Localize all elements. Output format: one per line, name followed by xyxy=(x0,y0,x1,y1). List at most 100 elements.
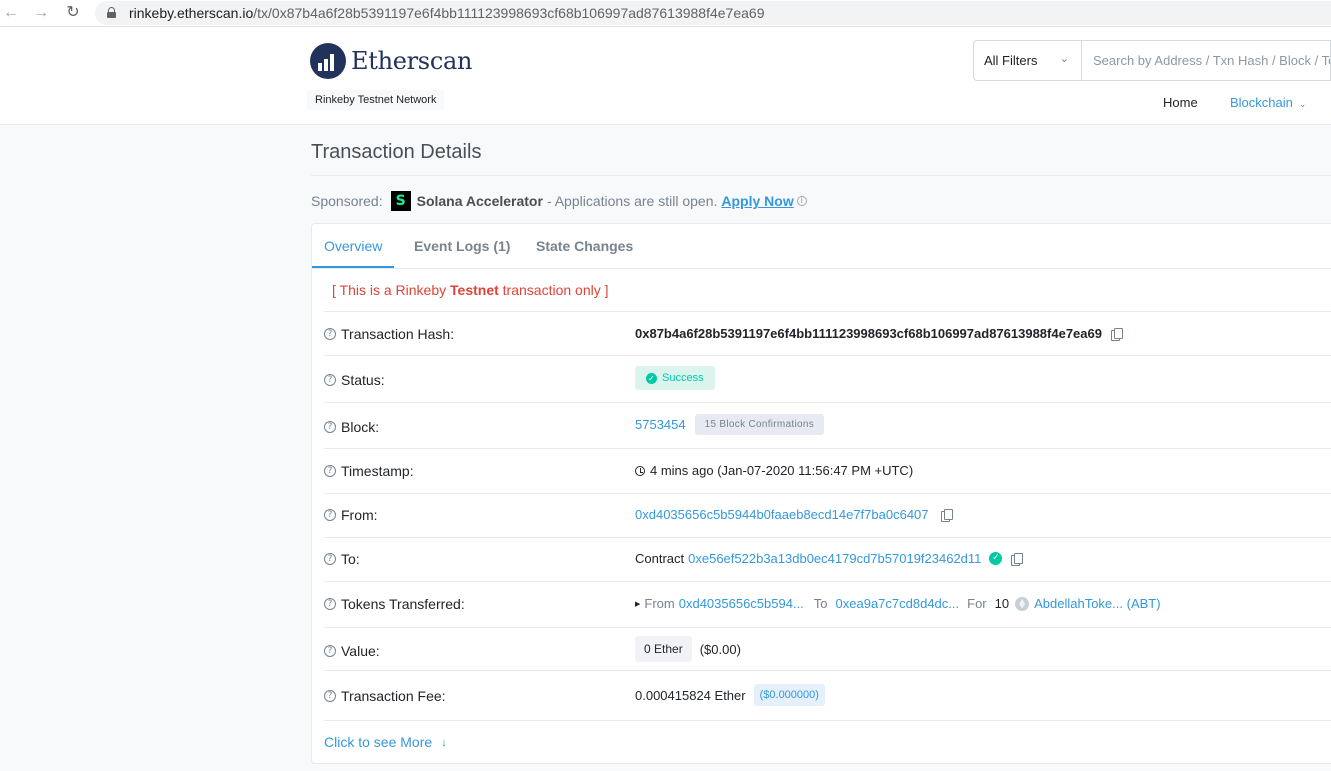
transaction-hash-value: 0x87b4a6f28b5391197e6f4bb111123998693cf6… xyxy=(635,326,1102,341)
address-bar[interactable]: rinkeby.etherscan.io/tx/0x87b4a6f28b5391… xyxy=(95,1,1331,25)
chevron-down-icon: ⌄ xyxy=(1059,53,1069,65)
row-label: ? Transaction Fee: xyxy=(324,688,446,704)
label-text: Status: xyxy=(341,372,385,388)
status-badge: ✓ Success xyxy=(635,366,715,390)
browser-toolbar: ← → ↻ rinkeby.etherscan.io/tx/0x87b4a6f2… xyxy=(0,0,1331,27)
sponsored-banner: Sponsored: S Solana Accelerator - Applic… xyxy=(311,191,807,211)
lock-icon xyxy=(107,7,116,18)
row-label: ? Status: xyxy=(324,372,385,388)
apply-now-link[interactable]: Apply Now xyxy=(721,193,793,209)
question-icon[interactable]: ? xyxy=(324,690,336,702)
logo-text: Etherscan xyxy=(351,47,473,75)
row-label: ? Value: xyxy=(324,643,380,659)
chevron-down-icon: ⌄ xyxy=(1298,99,1307,109)
url-text: rinkeby.etherscan.io/tx/0x87b4a6f28b5391… xyxy=(129,5,765,21)
question-icon[interactable]: ? xyxy=(324,553,336,565)
tab-overview[interactable]: Overview xyxy=(324,238,382,254)
back-arrow-icon[interactable]: ← xyxy=(2,4,20,22)
info-icon[interactable]: i xyxy=(796,196,807,206)
token-from-link[interactable]: 0xd4035656c5b594... xyxy=(679,596,804,611)
from-address-link[interactable]: 0xd4035656c5b5944b0faaeb8ecd14e7f7ba0c64… xyxy=(635,507,929,522)
reload-icon[interactable]: ↻ xyxy=(64,4,82,22)
sponsor-name: Solana Accelerator xyxy=(416,193,543,209)
tab-event-logs[interactable]: Event Logs (1) xyxy=(414,238,510,254)
label-text: Transaction Fee: xyxy=(341,688,446,704)
see-more-link[interactable]: Click to see More ↓ xyxy=(324,734,447,750)
row-label: ? To: xyxy=(324,551,360,567)
row-value: 0xd4035656c5b5944b0faaeb8ecd14e7f7ba0c64… xyxy=(635,507,953,522)
logo-mark-icon xyxy=(310,43,346,79)
nav-blockchain[interactable]: Blockchain ⌄ xyxy=(1230,95,1306,110)
row-value: 0x87b4a6f28b5391197e6f4bb111123998693cf6… xyxy=(635,326,1123,341)
row-from: ? From: 0xd4035656c5b5944b0faaeb8ecd14e7f… xyxy=(324,493,1331,537)
to-prefix: Contract xyxy=(635,551,685,566)
row-value: ✓ Success xyxy=(635,366,715,390)
filter-dropdown[interactable]: All Filters ⌄ xyxy=(973,40,1081,81)
etherscan-logo[interactable]: Etherscan xyxy=(310,43,472,79)
nav-blockchain-label: Blockchain xyxy=(1230,95,1293,110)
row-value: ? Value: 0 Ether ($0.00) xyxy=(324,627,1331,670)
tab-bar: Overview Event Logs (1) State Changes xyxy=(312,224,1331,269)
copy-icon[interactable] xyxy=(940,508,953,522)
solana-logo-icon: S xyxy=(390,191,411,211)
tab-state-changes[interactable]: State Changes xyxy=(536,238,633,254)
clock-icon xyxy=(635,465,645,476)
sponsored-prefix: Sponsored: xyxy=(311,193,383,209)
transaction-card: Overview Event Logs (1) State Changes [ … xyxy=(311,223,1331,764)
question-icon[interactable]: ? xyxy=(324,421,336,433)
question-icon[interactable]: ? xyxy=(324,598,336,610)
ether-value-badge: 0 Ether xyxy=(635,636,692,662)
row-value: 5753454 15 Block Confirmations xyxy=(635,414,825,435)
row-transaction-fee: ? Transaction Fee: 0.000415824 Ether ($0.0… xyxy=(324,670,1331,720)
row-label: ? Block: xyxy=(324,419,379,435)
row-value: Contract 0xe56ef522b3a13db0ec4179cd7b5701… xyxy=(635,551,1024,566)
contract-address-link[interactable]: 0xe56ef522b3a13db0ec4179cd7b57019f23462d… xyxy=(688,551,981,566)
row-timestamp: ? Timestamp: 4 mins ago (Jan-07-2020 11:5… xyxy=(324,448,1331,493)
nav-home[interactable]: Home xyxy=(1163,95,1198,110)
row-label: ? Transaction Hash: xyxy=(324,326,454,342)
token-to-link[interactable]: 0xea9a7c7cd8d4dc... xyxy=(836,596,960,611)
copy-icon[interactable] xyxy=(1011,552,1024,566)
verified-check-icon: ✓ xyxy=(989,552,1003,565)
question-icon[interactable]: ? xyxy=(324,374,336,386)
row-label: ? Timestamp: xyxy=(324,463,414,479)
caret-right-icon: ▶ xyxy=(635,600,641,608)
fee-usd-badge: ($0.000000) xyxy=(753,684,825,706)
url-path: /tx/0x87b4a6f28b5391197e6f4bb11112399869… xyxy=(253,5,765,21)
token-name-link[interactable]: AbdellahToke... (ABT) xyxy=(1034,596,1160,611)
forward-arrow-icon[interactable]: → xyxy=(32,4,50,22)
row-value: 0.000415824 Ether ($0.000000) xyxy=(635,684,825,706)
testnet-notice-bold: Testnet xyxy=(450,282,499,298)
question-icon[interactable]: ? xyxy=(324,645,336,657)
token-amount: 10 xyxy=(994,596,1010,611)
row-value: ▶ From 0xd4035656c5b594... To 0xea9a7c7c… xyxy=(635,596,1161,611)
divider xyxy=(311,175,1331,176)
testnet-notice-prefix: [ This is a Rinkeby xyxy=(332,282,451,298)
row-block: ? Block: 5753454 15 Block Confirmations xyxy=(324,402,1331,448)
testnet-notice: [ This is a Rinkeby Testnet transaction … xyxy=(332,282,609,298)
site-header: Etherscan Rinkeby Testnet Network All Fi… xyxy=(0,27,1331,125)
divider xyxy=(324,720,1331,721)
question-icon[interactable]: ? xyxy=(324,465,336,477)
timestamp-value: 4 mins ago (Jan-07-2020 11:56:47 PM +UTC… xyxy=(650,463,914,478)
question-icon[interactable]: ? xyxy=(324,328,336,340)
question-icon[interactable]: ? xyxy=(324,509,336,521)
block-number-link[interactable]: 5753454 xyxy=(635,417,686,432)
value-usd: ($0.00) xyxy=(699,641,741,657)
testnet-notice-suffix: transaction only ] xyxy=(498,282,609,298)
label-text: To: xyxy=(341,551,360,567)
row-transaction-hash: ? Transaction Hash: 0x87b4a6f28b5391197e6… xyxy=(324,311,1331,355)
search-input[interactable]: Search by Address / Txn Hash / Block / T… xyxy=(1081,40,1331,81)
url-host: rinkeby.etherscan.io xyxy=(129,5,254,21)
label-text: Value: xyxy=(341,643,380,659)
token-for-label: For xyxy=(967,596,987,611)
network-badge: Rinkeby Testnet Network xyxy=(307,90,445,110)
row-status: ? Status: ✓ Success xyxy=(324,355,1331,402)
label-text: Block: xyxy=(341,419,380,435)
sponsor-text: - Applications are still open. xyxy=(546,193,718,209)
check-circle-icon: ✓ xyxy=(646,372,657,384)
arrow-down-icon: ↓ xyxy=(441,735,448,749)
row-tokens-transferred: ? Tokens Transferred: ▶ From 0xd4035656c5… xyxy=(324,581,1331,627)
copy-icon[interactable] xyxy=(1110,327,1123,341)
token-to-label: To xyxy=(813,596,828,611)
